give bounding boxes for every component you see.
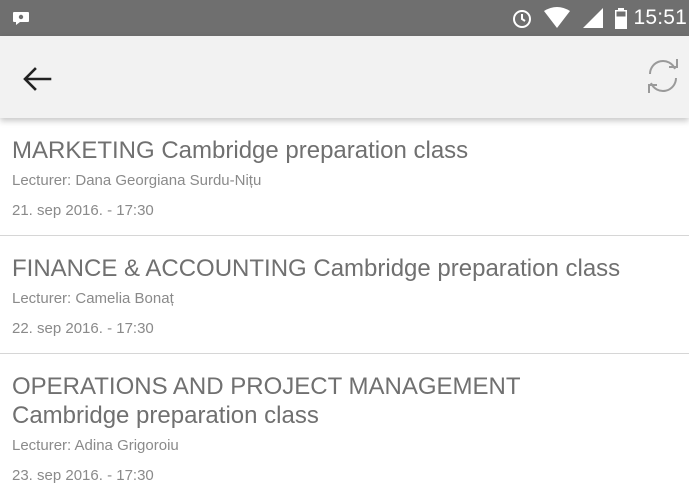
- status-bar: 15:51: [0, 0, 689, 36]
- event-lecturer: Lecturer: Camelia Bonaț: [12, 290, 174, 307]
- event-title: MARKETING Cambridge preparation class: [12, 137, 469, 164]
- toolbar: [0, 36, 689, 118]
- event-title: OPERATIONS AND PROJECT MANAGEMENT Cambri…: [12, 373, 521, 429]
- event-title: FINANCE & ACCOUNTING Cambridge preparati…: [12, 255, 621, 282]
- app-screen: 15:51 MARKETING Cambridge preparation cl…: [0, 0, 689, 504]
- event-lecturer: Lecturer: Dana Georgiana Surdu-Nițu: [12, 172, 262, 189]
- list-item[interactable]: OPERATIONS AND PROJECT MANAGEMENT Cambri…: [0, 354, 689, 500]
- refresh-icon[interactable]: [641, 54, 685, 98]
- event-lecturer: Lecturer: Adina Grigoroiu: [12, 437, 179, 454]
- event-datetime: 21. sep 2016. - 17:30: [12, 202, 154, 219]
- wifi-icon: [544, 7, 571, 28]
- status-time: 15:51: [633, 6, 687, 29]
- notification-icon: [13, 12, 29, 25]
- battery-icon: [615, 8, 628, 29]
- list-item[interactable]: FINANCE & ACCOUNTING Cambridge preparati…: [0, 236, 689, 354]
- event-datetime: 23. sep 2016. - 17:30: [12, 467, 154, 484]
- event-list: MARKETING Cambridge preparation class Le…: [0, 118, 689, 504]
- event-datetime: 22. sep 2016. - 17:30: [12, 320, 154, 337]
- alarm-icon: [513, 10, 532, 28]
- status-icons: 15:51: [511, 0, 687, 36]
- signal-icon: [583, 8, 604, 28]
- list-item[interactable]: MARKETING Cambridge preparation class Le…: [0, 118, 689, 236]
- arrow-back-icon[interactable]: [20, 62, 54, 96]
